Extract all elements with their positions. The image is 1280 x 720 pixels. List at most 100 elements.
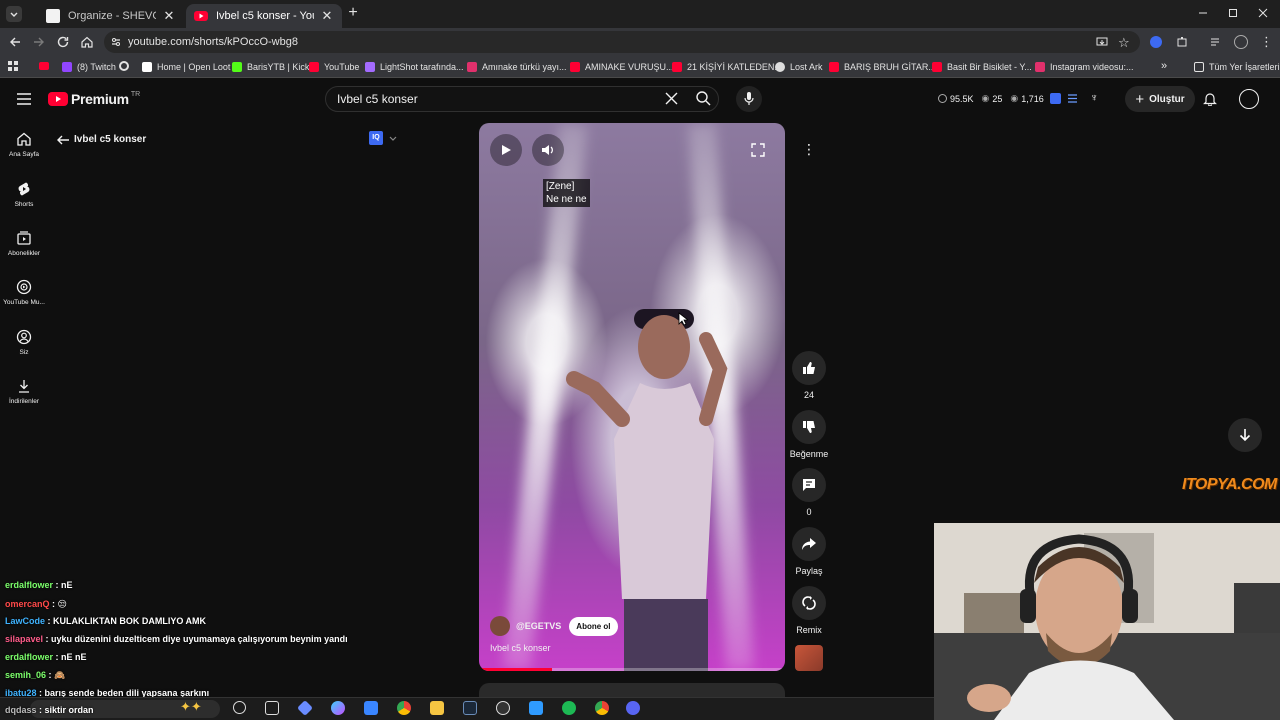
search-input[interactable]: Ivbel c5 konser [337, 92, 418, 106]
share-button[interactable]: Paylaş [787, 527, 831, 576]
subscribe-button[interactable]: Abone ol [569, 616, 618, 636]
bookmark-youtube[interactable]: YouTube [309, 59, 359, 75]
home-button[interactable] [80, 35, 94, 49]
shorts-video-player[interactable]: [Zene] Ne ne ne @EGETVS Abone ol Ivbel c… [479, 123, 785, 671]
app-icon-spotify[interactable] [562, 701, 576, 715]
site-info-icon[interactable] [110, 36, 122, 48]
bookmark-youtube-3[interactable]: 21 KİŞİYİ KATLEDEN... [672, 59, 782, 75]
app-icon-store[interactable] [364, 701, 378, 715]
arrow-right-icon [34, 37, 44, 47]
app-icon-obs[interactable] [496, 701, 510, 715]
play-button[interactable] [490, 134, 522, 166]
app-icon-steam[interactable] [463, 701, 477, 715]
progress-bar[interactable] [479, 668, 785, 671]
rail-item-you[interactable]: Siz [0, 329, 48, 356]
install-app-icon[interactable] [1096, 36, 1108, 48]
media-control-icon[interactable] [1210, 36, 1222, 48]
forward-button[interactable] [32, 35, 46, 49]
window-close-button[interactable] [1256, 6, 1270, 20]
bookmark-label: Lost Ark [790, 62, 823, 72]
rail-item-downloads[interactable]: İndirilenler [0, 378, 48, 405]
chevron-down-icon [389, 136, 397, 141]
bookmark-lost-ark[interactable]: Lost Ark [775, 59, 823, 75]
back-button[interactable] [8, 35, 22, 49]
app-icon-chrome[interactable] [397, 701, 411, 715]
youtube-bookmark-icon[interactable] [39, 62, 49, 70]
rail-item-youtube-music[interactable]: YouTube Mu... [0, 279, 48, 306]
apps-grid-icon[interactable] [8, 61, 18, 71]
bookmark-star-icon[interactable]: ☆ [1118, 35, 1130, 51]
hamburger-menu-button[interactable] [16, 92, 32, 106]
extensions-puzzle-icon[interactable] [1176, 36, 1188, 48]
window-restore-button[interactable] [1226, 6, 1240, 20]
browser-tab-1[interactable]: Organize - SHEVCHENKO Lyrics ✕ [38, 4, 184, 28]
app-icon-explorer[interactable] [430, 701, 444, 715]
new-tab-button[interactable]: + [346, 5, 360, 21]
reload-button[interactable] [56, 35, 70, 49]
close-icon[interactable]: ✕ [162, 9, 176, 23]
bookmarks-overflow-icon[interactable]: » [1161, 60, 1167, 72]
youtube-premium-logo[interactable]: Premium TR [48, 91, 140, 107]
extension-icon[interactable] [1150, 36, 1162, 48]
window-minimize-button[interactable] [1196, 6, 1210, 20]
close-icon[interactable]: ✕ [320, 9, 334, 23]
bookmark-kick[interactable]: BarisYTB | Kick [232, 59, 309, 75]
task-view-icon[interactable] [233, 701, 246, 714]
notifications-button[interactable] [1203, 91, 1217, 106]
bookmark-youtube-5[interactable]: Basit Bir Bisiklet - Y... [932, 59, 1032, 75]
create-button[interactable]: + Oluştur [1125, 86, 1195, 112]
fullscreen-button[interactable] [751, 143, 765, 157]
copilot-sparkle-icon[interactable]: ✦✦ [180, 699, 202, 715]
google-bookmark-icon[interactable] [119, 61, 129, 71]
app-icon-chrome-active[interactable] [595, 701, 609, 715]
app-icon-launcher[interactable] [529, 701, 543, 715]
share-label: Paylaş [795, 566, 823, 576]
browser-tab-2[interactable]: Ivbel c5 konser - YouTube ✕ [186, 4, 342, 28]
app-icon-copilot[interactable] [331, 701, 345, 715]
extension-toolbar-icon[interactable] [1050, 93, 1061, 104]
bookmark-twitch[interactable]: (8) Twitch [62, 59, 116, 75]
bell-icon [1203, 93, 1217, 106]
progress-fill [479, 668, 553, 671]
channel-avatar[interactable] [490, 616, 510, 636]
remix-button[interactable]: Remix [792, 586, 826, 635]
you-icon [16, 329, 32, 345]
bookmark-open-loot[interactable]: Home | Open Loot [142, 59, 230, 75]
channel-name[interactable]: @EGETVS [516, 621, 561, 631]
bookmark-instagram-1[interactable]: Amınake türkü yayı... [467, 59, 567, 75]
list-icon[interactable] [1067, 93, 1078, 104]
back-to-search-button[interactable] [56, 133, 70, 147]
search-button[interactable] [696, 91, 711, 106]
sound-thumbnail[interactable] [795, 645, 823, 671]
chat-text: uyku düzenini duzelticem diye uyumamaya … [51, 634, 348, 644]
video-title[interactable]: Ivbel c5 konser [490, 643, 551, 653]
rail-item-subscriptions[interactable]: Abonelikler [0, 230, 48, 257]
rail-item-home[interactable]: Ana Sayfa [0, 131, 48, 158]
voice-search-button[interactable] [736, 86, 762, 112]
trophy-icon[interactable]: ♆ [1090, 92, 1098, 104]
all-bookmarks-button[interactable]: Tüm Yer İşaretleri [1194, 59, 1280, 75]
app-icon-discord[interactable] [626, 701, 640, 715]
rail-item-shorts[interactable]: Shorts [0, 181, 48, 208]
extension-badge[interactable]: IQ [369, 131, 398, 145]
account-avatar[interactable] [1239, 89, 1259, 109]
clear-search-button[interactable] [665, 92, 678, 105]
profile-avatar-icon[interactable] [1234, 35, 1248, 49]
bookmark-youtube-2[interactable]: AMINAKE VURUŞU... [570, 59, 674, 75]
next-video-peek[interactable] [479, 683, 785, 697]
next-video-button[interactable] [1228, 418, 1262, 452]
comments-button[interactable]: 0 [792, 468, 826, 517]
browser-menu-icon[interactable]: ⋮ [1260, 34, 1273, 50]
bookmark-youtube-4[interactable]: BARIŞ BRUH GİTAR... [829, 59, 936, 75]
chat-message: dqdass : siktir ordan [5, 705, 94, 715]
comment-icon [803, 479, 815, 491]
dislike-button[interactable]: Beğenme [787, 410, 831, 459]
bookmark-lightshot[interactable]: LightShot tarafında... [365, 59, 464, 75]
tab-search-button[interactable] [6, 6, 22, 22]
rail-label: Shorts [14, 201, 34, 208]
volume-button[interactable] [532, 134, 564, 166]
widgets-icon[interactable] [265, 701, 279, 715]
like-button[interactable]: 24 [792, 351, 826, 400]
more-options-button[interactable]: ⋮ [800, 140, 818, 158]
bookmark-instagram-2[interactable]: Instagram videosu:... [1035, 59, 1134, 75]
